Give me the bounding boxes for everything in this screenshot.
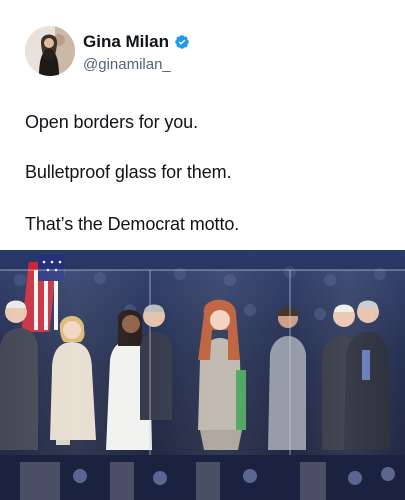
tweet-header: Gina Milan @ginamilan_ [25, 26, 385, 78]
avatar[interactable] [25, 26, 75, 76]
tweet-text-line-1: Open borders for you. [25, 112, 198, 132]
display-name-row: Gina Milan [83, 32, 190, 52]
tweet-text-line-2: Bulletproof glass for them. [25, 162, 232, 182]
people-standing-behind-glass-photo [0, 250, 405, 500]
user-handle[interactable]: @ginamilan_ [83, 56, 190, 73]
tweet-photo[interactable] [0, 250, 405, 500]
display-name[interactable]: Gina Milan [83, 32, 169, 52]
verified-badge-icon [175, 35, 189, 49]
user-names: Gina Milan @ginamilan_ [83, 32, 190, 73]
avatar-image [25, 26, 75, 76]
tweet-text-line-3: That’s the Democrat motto. [25, 214, 240, 234]
